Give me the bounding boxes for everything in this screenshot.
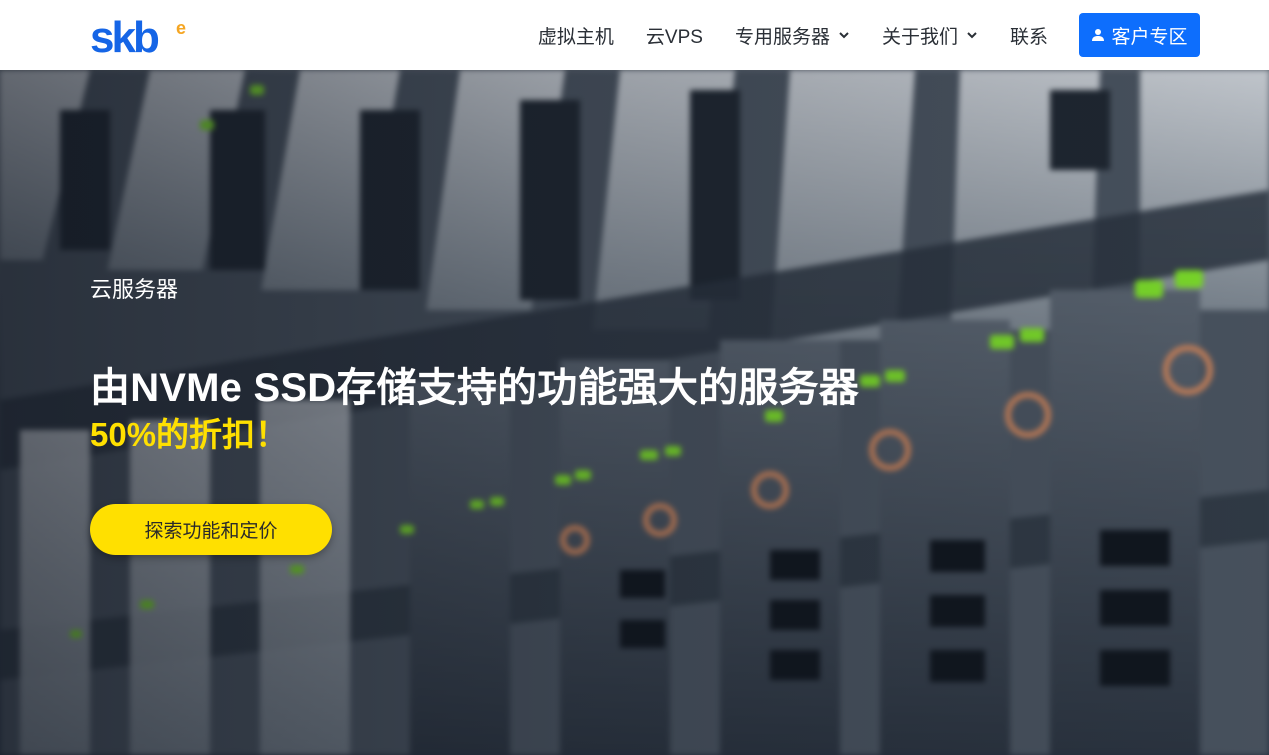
nav-item-dedicated-servers[interactable]: 专用服务器 [735, 22, 850, 49]
user-icon [1092, 29, 1105, 41]
client-area-label: 客户专区 [1111, 26, 1188, 48]
nav-item-label: 关于我们 [881, 26, 958, 48]
nav-item-label: 云VPS [645, 26, 703, 48]
explore-features-pricing-button[interactable]: 探索功能和定价 [90, 504, 332, 555]
main-nav: 虚拟主机 云VPS 专用服务器 关于我们 联系 客户专区 [506, 0, 1269, 70]
chevron-down-icon [839, 32, 849, 39]
nav-item-about-us[interactable]: 关于我们 [882, 22, 978, 49]
svg-text:skb: skb [90, 14, 159, 60]
hero-headline: 由NVMe SSD存储支持的功能强大的服务器 [90, 366, 859, 410]
hero-section: 云服务器 由NVMe SSD存储支持的功能强大的服务器 50%的折扣！ 探索功能… [0, 70, 1269, 755]
client-area-button[interactable]: 客户专区 [1079, 13, 1200, 57]
svg-text:e: e [176, 18, 186, 38]
hero-subline: 50%的折扣！ [90, 416, 289, 453]
nav-item-contact[interactable]: 联系 [1010, 22, 1048, 49]
nav-item-label: 虚拟主机 [537, 26, 614, 48]
site-header: skb e 虚拟主机 云VPS 专用服务器 关于我们 联系 客户专区 [0, 0, 1269, 70]
nav-item-label: 联系 [1009, 26, 1048, 48]
hero-eyebrow: 云服务器 [90, 277, 179, 302]
nav-item-label: 专用服务器 [734, 26, 830, 48]
nav-item-cloud-vps[interactable]: 云VPS [646, 22, 703, 49]
brand-logo[interactable]: skb e [88, 14, 198, 60]
chevron-down-icon [967, 32, 977, 39]
nav-item-virtual-hosting[interactable]: 虚拟主机 [538, 22, 614, 49]
